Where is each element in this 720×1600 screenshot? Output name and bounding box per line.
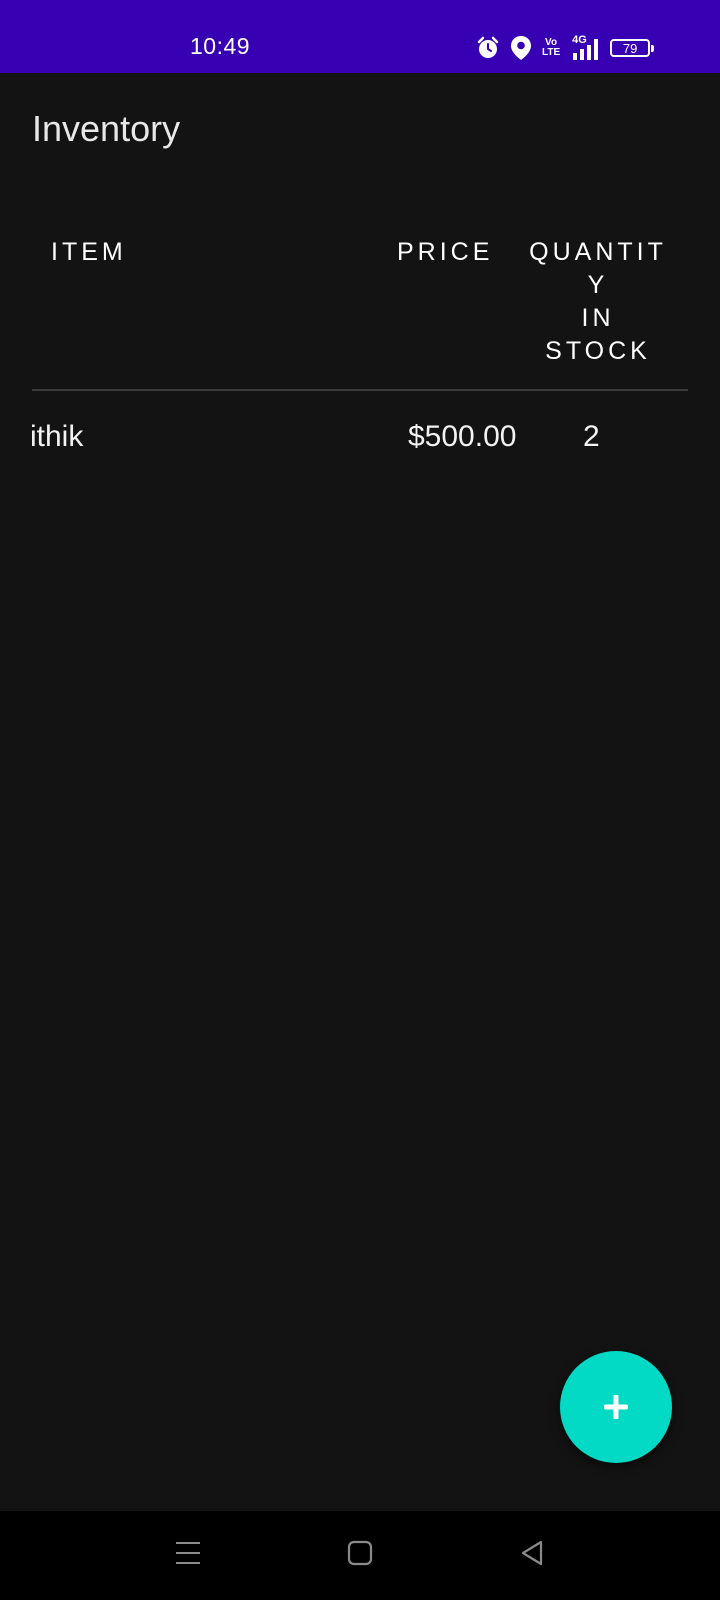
plus-icon [604,1395,628,1419]
table-row[interactable]: ithik $500.00 2 [0,420,720,460]
item-name: ithik [30,420,84,453]
column-header-quantity: QUANTIT Y IN STOCK [529,238,667,365]
inventory-screen: 10:49 Vo LTE 4G 79 Inventory ITEM PRICE … [0,0,720,1600]
add-item-button[interactable] [560,1351,672,1463]
volte-bottom-label: LTE [542,47,561,58]
alarm-icon [476,36,500,60]
status-bar: 10:49 Vo LTE 4G 79 [0,0,720,73]
page-title: Inventory [32,108,181,149]
home-button[interactable] [347,1539,373,1567]
column-header-item: ITEM [51,238,127,266]
navigation-bar [0,1511,720,1600]
home-icon [347,1540,373,1566]
item-quantity: 2 [583,420,600,453]
table-header: ITEM PRICE QUANTIT Y IN STOCK [0,236,720,386]
location-icon [510,35,532,61]
signal-icon: 4G [570,34,600,61]
battery-icon: 79 [610,39,655,57]
header-divider [32,389,688,391]
item-price: $500.00 [408,420,517,453]
volte-icon: Vo LTE [542,38,560,58]
battery-level: 79 [622,40,638,56]
recents-button[interactable] [175,1539,201,1567]
back-button[interactable] [519,1539,545,1567]
back-icon [521,1540,543,1566]
menu-icon [176,1542,200,1564]
status-icons: Vo LTE 4G 79 [476,34,655,62]
column-header-price: PRICE [397,238,494,266]
status-time: 10:49 [190,33,251,59]
